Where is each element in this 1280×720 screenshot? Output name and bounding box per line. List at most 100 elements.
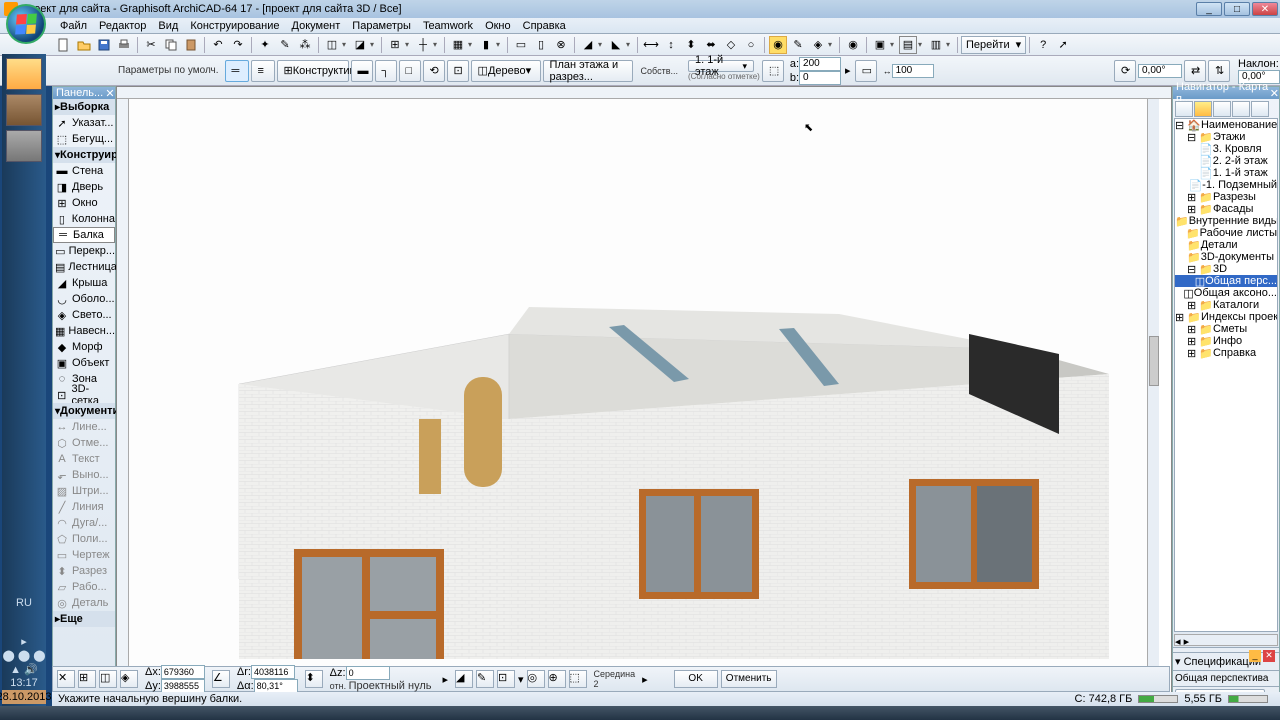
print-icon[interactable] xyxy=(115,36,133,54)
method3-icon[interactable]: □ xyxy=(399,60,421,82)
a1-icon[interactable]: ◢ xyxy=(579,36,597,54)
dim1-icon[interactable]: ⟷ xyxy=(642,36,660,54)
nav-mini-icon[interactable]: _ xyxy=(1249,650,1261,662)
tool-window[interactable]: ⊞Окно xyxy=(53,195,115,211)
angle-field[interactable] xyxy=(1138,64,1182,78)
v-scrollbar[interactable] xyxy=(1147,99,1159,691)
cb3-icon[interactable]: ◫ xyxy=(99,670,117,688)
nav-tab-4[interactable] xyxy=(1232,101,1250,117)
rotate-icon[interactable]: ⟳ xyxy=(1114,60,1136,82)
group-icon[interactable]: ▦ xyxy=(449,36,467,54)
cb10-icon[interactable]: ◎ xyxy=(527,670,545,688)
tool-shell[interactable]: ◡Оболо... xyxy=(53,291,115,307)
tool-detail[interactable]: ◎Деталь xyxy=(53,595,115,611)
tool-label[interactable]: ⬐Выно... xyxy=(53,467,115,483)
pencil-icon[interactable]: ✎ xyxy=(276,36,294,54)
new-icon[interactable] xyxy=(55,36,73,54)
render2-icon[interactable]: ▤ xyxy=(899,36,917,54)
material-combo[interactable]: ◫ Дерево ▾ xyxy=(471,60,541,82)
tool-roof[interactable]: ◢Крыша xyxy=(53,275,115,291)
menu-teamwork[interactable]: Teamwork xyxy=(417,20,479,32)
dy-field[interactable] xyxy=(161,679,205,693)
tool-arc[interactable]: ◠Дуга/... xyxy=(53,515,115,531)
taskbar[interactable] xyxy=(0,706,1280,720)
tool-beam[interactable]: ═Балка xyxy=(53,227,115,243)
tool-leveldim[interactable]: ⬡Отме... xyxy=(53,435,115,451)
tool-poly[interactable]: ⬠Поли... xyxy=(53,531,115,547)
tool-door[interactable]: ◨Дверь xyxy=(53,179,115,195)
snap-icon[interactable]: ⊞ xyxy=(386,36,404,54)
copy-icon[interactable] xyxy=(162,36,180,54)
mark3-icon[interactable]: ◈ xyxy=(809,36,827,54)
tray-icons2[interactable]: ▲ 🔊 xyxy=(2,662,46,676)
nav-tab-5[interactable] xyxy=(1251,101,1269,117)
dim6-icon[interactable]: ○ xyxy=(742,36,760,54)
grid-icon[interactable]: ┼ xyxy=(414,36,432,54)
dim5-icon[interactable]: ◇ xyxy=(722,36,740,54)
redo-icon[interactable]: ↷ xyxy=(229,36,247,54)
cb6-icon[interactable]: ⬍ xyxy=(305,670,323,688)
tool-mesh[interactable]: ⊡3D-сетка xyxy=(53,387,115,403)
render3-icon[interactable]: ▥ xyxy=(927,36,945,54)
help-icon[interactable]: ? xyxy=(1034,36,1052,54)
tool-drawing[interactable]: ▭Чертеж xyxy=(53,547,115,563)
open-icon[interactable] xyxy=(75,36,93,54)
nav-hscroll[interactable]: ◂ ▸ xyxy=(1174,634,1278,646)
dim3-icon[interactable]: ⬍ xyxy=(682,36,700,54)
quick1-icon[interactable] xyxy=(6,58,42,90)
close-button[interactable]: ✕ xyxy=(1252,2,1278,16)
eyedropper-icon[interactable]: ⁂ xyxy=(296,36,314,54)
tool-pointer[interactable]: ➚Указат... xyxy=(53,115,115,131)
lang-indicator[interactable]: RU xyxy=(2,596,46,610)
mirror-icon[interactable]: ⇄ xyxy=(1184,60,1206,82)
nav-close-icon[interactable]: ✕ xyxy=(1270,87,1279,100)
minimize-button[interactable]: _ xyxy=(1196,2,1222,16)
nav-tab-2[interactable] xyxy=(1194,101,1212,117)
menu-edit[interactable]: Редактор xyxy=(93,20,152,32)
cancel-button[interactable]: Отменить xyxy=(721,670,777,688)
ruler-icon[interactable]: ◪ xyxy=(351,36,369,54)
dr-field[interactable] xyxy=(251,665,295,679)
tool-morph[interactable]: ◆Морф xyxy=(53,339,115,355)
cb1-icon[interactable]: ✕ xyxy=(57,670,75,688)
cb8-icon[interactable]: ✎ xyxy=(476,670,494,688)
dim2-icon[interactable]: ↕ xyxy=(662,36,680,54)
tool-section[interactable]: ⬍Разрез xyxy=(53,563,115,579)
undo-icon[interactable]: ↶ xyxy=(209,36,227,54)
mark1-icon[interactable]: ◉ xyxy=(769,36,787,54)
quick2-icon[interactable] xyxy=(6,94,42,126)
3d-render-area[interactable]: x y z ⬉ ◰ ⊕ ⊖ ⛶ xyxy=(129,99,1159,705)
tool-curtain[interactable]: ▦Навесн... xyxy=(53,323,115,339)
tool-column[interactable]: ▯Колонна xyxy=(53,211,115,227)
menu-design[interactable]: Конструирование xyxy=(184,20,285,32)
clock-time[interactable]: 13:17 xyxy=(2,676,46,690)
section-document[interactable]: ▾ Документи... xyxy=(53,403,115,419)
view3d-icon[interactable]: ◉ xyxy=(844,36,862,54)
start-orb[interactable] xyxy=(6,4,46,44)
tool-text[interactable]: AТекст xyxy=(53,451,115,467)
dx-field[interactable] xyxy=(161,665,205,679)
profile-icon[interactable]: ▭ xyxy=(855,60,877,82)
suspend-icon[interactable]: ▮ xyxy=(477,36,495,54)
b-field[interactable] xyxy=(799,71,841,85)
magic-wand-icon[interactable]: ✦ xyxy=(256,36,274,54)
menu-window[interactable]: Окно xyxy=(479,20,517,32)
goto-combo[interactable]: Перейти ▾ xyxy=(961,36,1026,54)
anchor-icon[interactable]: ⬚ xyxy=(762,60,784,82)
cursor-icon[interactable]: ➚ xyxy=(1054,36,1072,54)
maximize-button[interactable]: □ xyxy=(1224,2,1250,16)
tool-worksheet[interactable]: ▱Рабо... xyxy=(53,579,115,595)
tray-icons[interactable]: ⬤ ⬤ ⬤ xyxy=(2,648,46,662)
params-label[interactable]: Параметры по умолч. xyxy=(118,65,219,76)
section-select[interactable]: ▸ Выборка xyxy=(53,99,115,115)
geom1-icon[interactable]: ═ xyxy=(225,60,249,82)
a2-icon[interactable]: ◣ xyxy=(607,36,625,54)
section-more[interactable]: ▸ Еще xyxy=(53,611,115,627)
navigator-tree[interactable]: ⊟ 🏠 Наименование проекта ⊟ 📁 Этажи 📄 3. … xyxy=(1174,118,1278,632)
geom2-icon[interactable]: ≡ xyxy=(251,60,275,82)
menu-file[interactable]: Файл xyxy=(54,20,93,32)
render1-icon[interactable]: ▣ xyxy=(871,36,889,54)
method4-icon[interactable]: ⟲ xyxy=(423,60,445,82)
ok-button[interactable]: OK xyxy=(674,670,718,688)
flip-icon[interactable]: ⇅ xyxy=(1208,60,1230,82)
